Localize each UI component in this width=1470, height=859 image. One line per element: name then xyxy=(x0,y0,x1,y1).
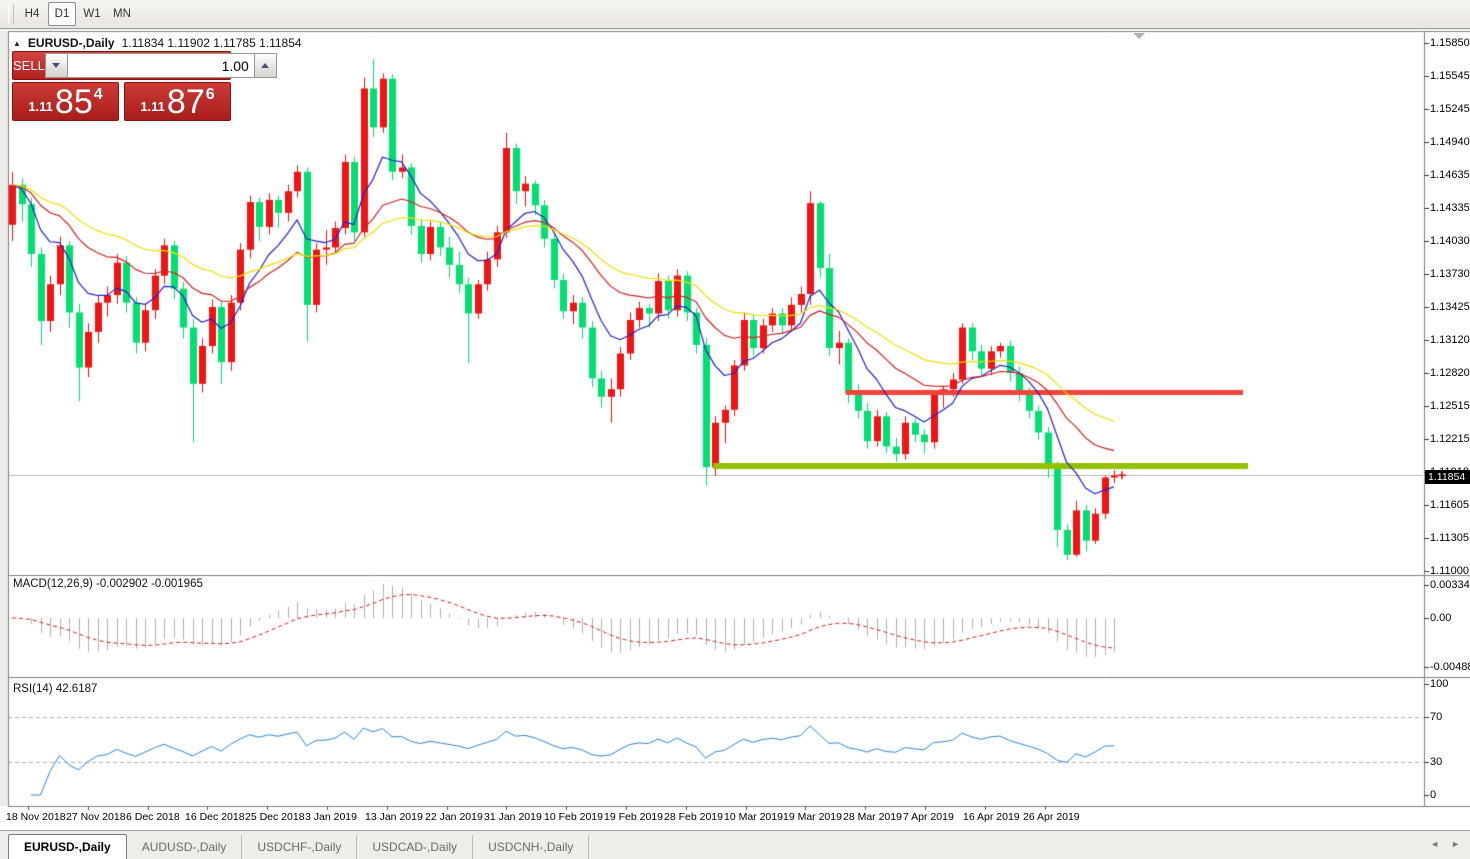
ohlc-values: 1.11834 1.11902 1.11785 1.11854 xyxy=(122,36,302,50)
sell-price-prefix: 1.11 xyxy=(28,99,53,114)
tab-scroll-left-icon[interactable]: ◄ xyxy=(1430,839,1439,849)
macd-tick-label: -0.004885 xyxy=(1430,660,1470,674)
price-tick-label: 1.14635 xyxy=(1430,168,1470,182)
sell-price-display[interactable]: 1.11 85 4 xyxy=(12,82,119,121)
volume-decrease-button[interactable] xyxy=(45,53,68,78)
price-tick-label: 1.11305 xyxy=(1430,531,1470,545)
sell-price-big: 85 xyxy=(55,84,93,120)
price-tick-label: 1.12515 xyxy=(1430,399,1470,413)
volume-stepper xyxy=(45,53,277,78)
price-tick-label: 1.14030 xyxy=(1430,234,1470,248)
price-tick-label: 1.13730 xyxy=(1430,267,1470,281)
date-axis-label: 10 Feb 2019 xyxy=(544,811,603,823)
symbol-tab[interactable]: USDCHF-,Daily xyxy=(242,835,357,859)
price-tick-label: 1.15245 xyxy=(1430,102,1470,116)
price-tick-label: 1.12820 xyxy=(1430,366,1470,380)
trading-platform-window: H4D1W1MN ▲ EURUSD-,Daily 1.11834 1.11902… xyxy=(0,0,1470,859)
timeframe-button-h4[interactable]: H4 xyxy=(18,2,46,26)
timeframe-button-d1[interactable]: D1 xyxy=(48,2,76,26)
price-tick-label: 1.11605 xyxy=(1430,498,1470,512)
rsi-tick-label: 100 xyxy=(1430,677,1470,691)
volume-input[interactable] xyxy=(68,53,254,78)
date-axis-label: 13 Jan 2019 xyxy=(365,811,423,823)
symbol-tab[interactable]: USDCNH-,Daily xyxy=(473,835,589,859)
buy-price-display[interactable]: 1.11 87 6 xyxy=(124,82,231,121)
timeframe-buttons: H4D1W1MN xyxy=(18,2,138,26)
rsi-tick-label: 0 xyxy=(1430,788,1470,802)
date-axis-label: 25 Dec 2018 xyxy=(245,811,305,823)
price-tick-label: 1.13425 xyxy=(1430,300,1470,314)
rsi-label: RSI(14) 42.6187 xyxy=(13,683,97,695)
chevron-up-icon xyxy=(261,63,269,68)
timeframe-button-w1[interactable]: W1 xyxy=(78,2,106,26)
sell-button[interactable]: SELL xyxy=(13,52,45,79)
price-tick-label: 1.11000 xyxy=(1430,564,1470,578)
macd-label: MACD(12,26,9) -0.002902 -0.001965 xyxy=(13,578,203,590)
chevron-down-icon xyxy=(52,63,60,68)
tab-scroll-right-icon[interactable]: ► xyxy=(1451,839,1460,849)
date-axis-label: 22 Jan 2019 xyxy=(425,811,483,823)
rsi-tick-label: 30 xyxy=(1430,755,1470,769)
price-tick-label: 1.14335 xyxy=(1430,201,1470,215)
macd-tick-label: 0.00 xyxy=(1430,611,1470,625)
symbol-period-label: EURUSD-,Daily xyxy=(28,36,115,50)
price-tick-label: 1.13120 xyxy=(1430,333,1470,347)
chart-shift-marker-icon[interactable] xyxy=(1133,33,1145,39)
toolbar-grip[interactable] xyxy=(8,4,14,24)
rsi-tick-label: 70 xyxy=(1430,710,1470,724)
date-axis-label: 3 Jan 2019 xyxy=(305,811,357,823)
buy-price-prefix: 1.11 xyxy=(140,99,165,114)
date-axis-label: 6 Dec 2018 xyxy=(126,811,180,823)
current-price-badge: 1.11854 xyxy=(1425,470,1470,484)
date-axis-label: 16 Apr 2019 xyxy=(963,811,1020,823)
timeframe-toolbar: H4D1W1MN xyxy=(0,0,1470,29)
buy-button[interactable]: BUY xyxy=(277,52,304,79)
price-tick-label: 1.15850 xyxy=(1430,36,1470,50)
symbol-tab[interactable]: USDCAD-,Daily xyxy=(357,835,473,859)
volume-increase-button[interactable] xyxy=(254,53,277,78)
sell-price-pip: 4 xyxy=(94,86,103,104)
date-axis-label: 18 Nov 2018 xyxy=(6,811,66,823)
collapse-triangle-icon[interactable]: ▲ xyxy=(13,39,21,48)
date-axis-label: 27 Nov 2018 xyxy=(66,811,126,823)
price-tick-label: 1.12215 xyxy=(1430,432,1470,446)
date-axis-label: 28 Feb 2019 xyxy=(664,811,723,823)
date-axis-label: 26 Apr 2019 xyxy=(1023,811,1080,823)
trade-panel-top-row: SELL BUY xyxy=(12,51,231,80)
one-click-trade-panel: SELL BUY 1.11 85 4 1.11 87 6 xyxy=(12,51,231,121)
date-axis-label: 31 Jan 2019 xyxy=(484,811,542,823)
date-axis-label: 10 Mar 2019 xyxy=(724,811,783,823)
symbol-tab-bar: EURUSD-,DailyAUDUSD-,DailyUSDCHF-,DailyU… xyxy=(0,830,1470,859)
symbol-tab[interactable]: EURUSD-,Daily xyxy=(8,834,127,859)
buy-price-pip: 6 xyxy=(206,86,215,104)
date-axis-label: 19 Mar 2019 xyxy=(783,811,842,823)
price-tick-label: 1.14940 xyxy=(1430,135,1470,149)
price-tick-label: 1.15545 xyxy=(1430,69,1470,83)
timeframe-button-mn[interactable]: MN xyxy=(108,2,136,26)
date-axis-label: 7 Apr 2019 xyxy=(903,811,954,823)
date-axis-label: 19 Feb 2019 xyxy=(604,811,663,823)
trade-panel-price-row: 1.11 85 4 1.11 87 6 xyxy=(12,82,231,121)
tab-scroll-controls: ◄ ► xyxy=(1430,839,1460,849)
macd-tick-label: 0.003346 xyxy=(1430,578,1470,592)
symbol-tab[interactable]: AUDUSD-,Daily xyxy=(127,835,243,859)
date-axis-label: 16 Dec 2018 xyxy=(185,811,245,823)
buy-price-big: 87 xyxy=(167,84,205,120)
chart-title: ▲ EURUSD-,Daily 1.11834 1.11902 1.11785 … xyxy=(13,36,302,50)
candlestick-chart-canvas[interactable] xyxy=(0,30,1470,830)
symbol-tabs: EURUSD-,DailyAUDUSD-,DailyUSDCHF-,DailyU… xyxy=(8,833,589,859)
date-axis-label: 28 Mar 2019 xyxy=(843,811,902,823)
